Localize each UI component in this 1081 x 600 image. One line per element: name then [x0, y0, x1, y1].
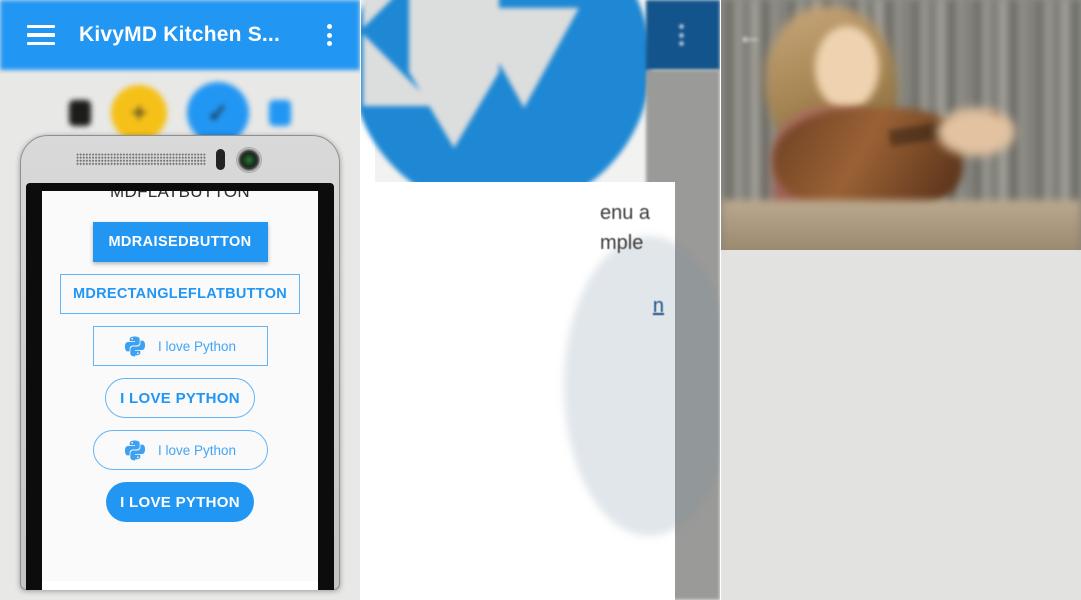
background-text-line2: mple — [600, 232, 644, 254]
python-icon — [124, 439, 146, 461]
background-text: enu a mple — [600, 198, 720, 258]
panel-contact-actions: ← Lion Lion FREE CALL FREE MESSAGE — [720, 0, 1081, 600]
panel3-background: ← — [721, 0, 1081, 600]
mini-dark-fab[interactable] — [69, 100, 91, 126]
screenshot-stage: KivyMD Kitchen S... + ✓ MDFLATBUTTON MDR… — [0, 0, 1081, 600]
plus-icon: + — [130, 97, 148, 128]
phone-front-camera — [236, 147, 262, 173]
kebab-menu-icon[interactable] — [679, 24, 684, 46]
back-arrow-icon[interactable]: ← — [737, 22, 763, 48]
mdraisedbutton[interactable]: MDRAISEDBUTTON — [92, 222, 268, 262]
phone-sensor — [216, 149, 225, 170]
round-icon-button-label: I love Python — [157, 442, 237, 458]
hamburger-menu-icon[interactable] — [27, 25, 55, 45]
background-logo-ghost — [564, 236, 720, 536]
mdrectangleflatbutton[interactable]: MDRECTANGLEFLATBUTTON — [60, 274, 300, 314]
background-text-line1: enu a — [600, 202, 651, 224]
round-flat-button[interactable]: I LOVE PYTHON — [105, 378, 255, 418]
mini-blue-fab[interactable] — [269, 100, 291, 126]
panel-menu-examples: MD enu a mple n Menu of Examples: — [360, 0, 720, 600]
rectangle-icon-button[interactable]: I love Python — [92, 326, 268, 366]
phone-speaker-grille — [76, 153, 206, 166]
phone-screen-1: MDFLATBUTTON MDRAISEDBUTTON MDRECTANGLEF… — [42, 191, 318, 590]
kebab-menu-icon[interactable] — [327, 24, 332, 46]
panel2-background: MD enu a mple n — [361, 0, 720, 600]
python-icon — [124, 335, 146, 357]
panel-buttons-demo: KivyMD Kitchen S... + ✓ MDFLATBUTTON MDR… — [0, 0, 360, 600]
app-bar-title: KivyMD Kitchen S... — [79, 23, 281, 46]
background-person-face — [815, 26, 879, 110]
buttons-demo-screen: MDFLATBUTTON MDRAISEDBUTTON MDRECTANGLEF… — [42, 191, 318, 581]
background-link[interactable]: n — [653, 295, 664, 318]
round-filled-button[interactable]: I LOVE PYTHON — [106, 482, 254, 522]
flat-button-label[interactable]: MDFLATBUTTON — [42, 191, 318, 202]
rectangle-icon-button-label: I love Python — [157, 338, 237, 354]
app-bar: KivyMD Kitchen S... — [0, 0, 360, 70]
add-fab[interactable]: + — [111, 85, 167, 141]
round-icon-button[interactable]: I love Python — [92, 430, 268, 470]
check-icon: ✓ — [207, 97, 229, 128]
kivymd-logo — [361, 0, 651, 212]
background-lower-surface — [721, 250, 1081, 600]
phone-mockup-1: MDFLATBUTTON MDRAISEDBUTTON MDRECTANGLEF… — [20, 135, 340, 590]
background-person-arm — [937, 108, 1015, 156]
